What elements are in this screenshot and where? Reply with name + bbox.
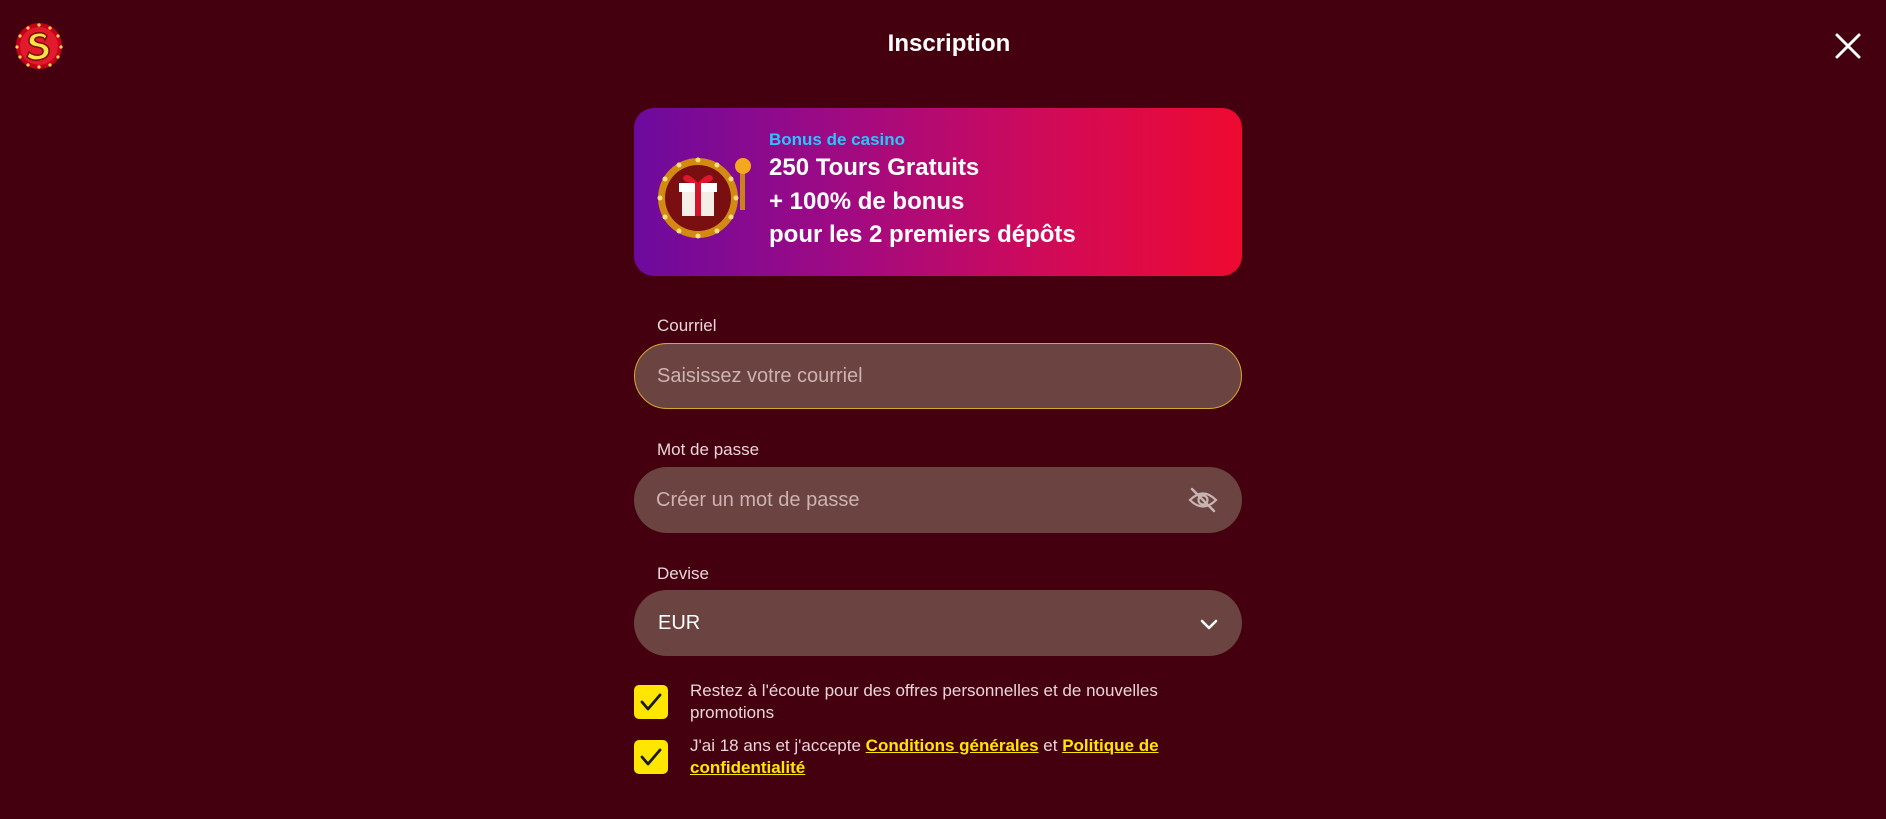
password-field-wrapper[interactable] [634,467,1242,533]
email-field[interactable] [657,344,1137,408]
terms-consent-text: J'ai 18 ans et j'accepte Conditions géné… [690,735,1230,779]
eye-off-icon[interactable] [1188,486,1218,514]
password-field[interactable] [656,467,1136,533]
page-title: Inscription [887,30,1011,57]
chevron-down-icon [1200,619,1218,630]
offers-checkbox[interactable] [634,685,668,719]
terms-checkbox[interactable] [634,740,668,774]
terms-mid: et [1043,736,1058,755]
check-icon [640,748,662,766]
bonus-tag: Bonus de casino [769,130,906,149]
currency-select[interactable]: EUR [634,590,1242,656]
bonus-card: Bonus de casino 250 Tours Gratuits + 100… [634,108,1242,276]
close-icon[interactable] [1832,30,1864,62]
terms-prefix: J'ai 18 ans et j'accepte [690,736,861,755]
email-label: Courriel [657,316,717,335]
offers-consent-text: Restez à l'écoute pour des offres person… [690,681,1158,722]
password-label: Mot de passe [657,440,760,459]
terms-link[interactable]: Conditions générales [866,736,1039,755]
currency-value: EUR [658,612,701,634]
bonus-percent: + 100% de bonus [769,188,965,215]
bonus-deposits: pour les 2 premiers dépôts [769,221,1076,248]
check-icon [640,693,662,711]
currency-label: Devise [657,564,709,583]
gift-slot-machine-icon [657,157,751,239]
email-field-wrapper[interactable] [634,343,1242,409]
bonus-free-spins: 250 Tours Gratuits [769,154,980,181]
